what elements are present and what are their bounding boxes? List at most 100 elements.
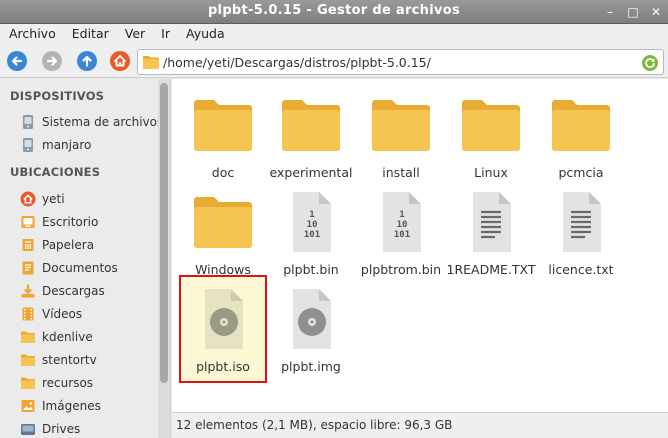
folder-icon [372, 100, 430, 151]
pictures-icon [21, 400, 35, 412]
sidebar-item-imagenes[interactable]: Imágenes [20, 396, 160, 416]
sidebar-item-label: Drives [42, 422, 81, 436]
sidebar-item-label: manjaro [42, 138, 92, 152]
svg-text:101: 101 [394, 230, 410, 240]
file-name: pcmcia [558, 165, 604, 180]
sidebar-item-manjaro[interactable]: manjaro [20, 135, 160, 155]
scrollbar-thumb[interactable] [160, 83, 168, 383]
file-name: plpbtrom.bin [360, 262, 442, 277]
sidebar-item-label: Imágenes [42, 399, 101, 413]
file-name: plpbt.bin [283, 262, 339, 277]
file-name: plpbt.iso [196, 359, 250, 374]
sidebar-item-recursos[interactable]: recursos [20, 373, 160, 393]
minimize-icon[interactable]: – [602, 4, 618, 20]
folder-icon [194, 197, 252, 248]
trash-icon [22, 239, 34, 251]
sidebar-item-papelera[interactable]: Papelera [20, 235, 160, 255]
file-name: 1README.TXT [446, 262, 536, 277]
toolbar: /home/yeti/Descargas/distros/plpbt-5.0.1… [0, 46, 668, 78]
menu-ver[interactable]: Ver [117, 24, 153, 41]
text-file-icon [563, 192, 601, 252]
sidebar-item-documentos[interactable]: Documentos [20, 258, 160, 278]
text-file-icon [473, 192, 511, 252]
file-name: licence.txt [548, 262, 614, 277]
videos-icon [22, 307, 34, 321]
disc-image-icon [293, 289, 331, 349]
sidebar-item-label: recursos [42, 376, 94, 390]
sidebar-item-yeti[interactable]: yeti [20, 189, 160, 209]
folder-icon [282, 100, 340, 151]
drive-icon [23, 138, 33, 152]
sidebar-scrollbar[interactable] [158, 79, 170, 438]
menu-ir[interactable]: Ir [153, 24, 178, 41]
sidebar-item-label: Papelera [42, 238, 95, 252]
location-path: /home/yeti/Descargas/distros/plpbt-5.0.1… [163, 55, 431, 70]
sidebar-item-escritorio[interactable]: Escritorio [20, 212, 160, 232]
sidebar-item-descargas[interactable]: Descargas [20, 281, 160, 301]
sidebar-item-kdenlive[interactable]: kdenlive [20, 327, 160, 347]
file-name: plpbt.img [281, 359, 341, 374]
places-heading: UBICACIONES [10, 165, 101, 179]
svg-text:101: 101 [304, 230, 320, 240]
svg-text:1: 1 [399, 210, 404, 220]
binary-file-icon: 110101 [293, 192, 331, 252]
folder-icon [21, 331, 35, 343]
disc-image-icon [205, 289, 243, 349]
drive-icon [23, 115, 33, 129]
status-bar: 12 elementos (2,1 MB), espacio libre: 96… [172, 412, 668, 438]
sidebar-item-drives[interactable]: Drives [20, 419, 160, 438]
close-icon[interactable]: ✕ [648, 4, 664, 20]
sidebar: DISPOSITIVOS Sistema de archivos manjaro… [0, 79, 171, 438]
arrow-right-icon [42, 51, 62, 71]
devices-heading: DISPOSITIVOS [10, 89, 105, 103]
menu-bar: Archivo Editar Ver Ir Ayuda [0, 24, 668, 46]
svg-text:10: 10 [307, 220, 318, 230]
folder-icon [143, 56, 159, 69]
sidebar-item-label: yeti [42, 192, 65, 206]
home-button[interactable] [109, 50, 131, 72]
sidebar-item-label: Vídeos [42, 307, 83, 321]
sidebar-item-label: Escritorio [42, 215, 99, 229]
binary-file-icon: 110101 [383, 192, 421, 252]
file-name: install [382, 165, 420, 180]
folder-icon [462, 100, 520, 151]
file-name: experimental [269, 165, 353, 180]
up-button[interactable] [76, 50, 98, 72]
folder-icon [552, 100, 610, 151]
sidebar-item-videos[interactable]: Vídeos [20, 304, 160, 324]
menu-editar[interactable]: Editar [64, 24, 117, 41]
back-button[interactable] [6, 50, 28, 72]
forward-button[interactable] [41, 50, 63, 72]
sidebar-item-label: Documentos [42, 261, 118, 275]
sidebar-item-label: kdenlive [42, 330, 93, 344]
sidebar-item-label: Sistema de archivos [42, 115, 160, 129]
home-icon [110, 51, 130, 71]
reload-icon[interactable] [641, 54, 659, 72]
documents-icon [22, 261, 34, 275]
folder-icon [194, 100, 252, 151]
home-icon [20, 191, 36, 207]
window-title: plpbt-5.0.15 - Gestor de archivos [207, 3, 461, 18]
downloads-icon [21, 284, 35, 298]
maximize-icon[interactable]: □ [625, 4, 641, 20]
sidebar-item-label: Descargas [42, 284, 105, 298]
file-name: doc [211, 165, 235, 180]
menu-archivo[interactable]: Archivo [0, 24, 64, 41]
arrow-up-icon [77, 51, 97, 71]
sidebar-item-filesystem[interactable]: Sistema de archivos [20, 112, 160, 132]
file-view: doc experimental install Linux pcmcia Wi… [172, 79, 668, 412]
file-name: Windows [195, 262, 251, 277]
drive-icon [21, 424, 35, 435]
sidebar-item-stentortv[interactable]: stentortv [20, 350, 160, 370]
desktop-icon [21, 216, 35, 228]
status-text: 12 elementos (2,1 MB), espacio libre: 96… [176, 418, 453, 432]
svg-text:1: 1 [309, 210, 314, 220]
svg-text:10: 10 [397, 220, 408, 230]
title-bar: plpbt-5.0.15 - Gestor de archivos – □ ✕ [0, 0, 668, 24]
arrow-left-icon [7, 51, 27, 71]
folder-icon [21, 354, 35, 366]
folder-icon [21, 377, 35, 389]
location-bar[interactable]: /home/yeti/Descargas/distros/plpbt-5.0.1… [137, 49, 664, 75]
menu-ayuda[interactable]: Ayuda [178, 24, 233, 41]
sidebar-item-label: stentortv [42, 353, 97, 367]
